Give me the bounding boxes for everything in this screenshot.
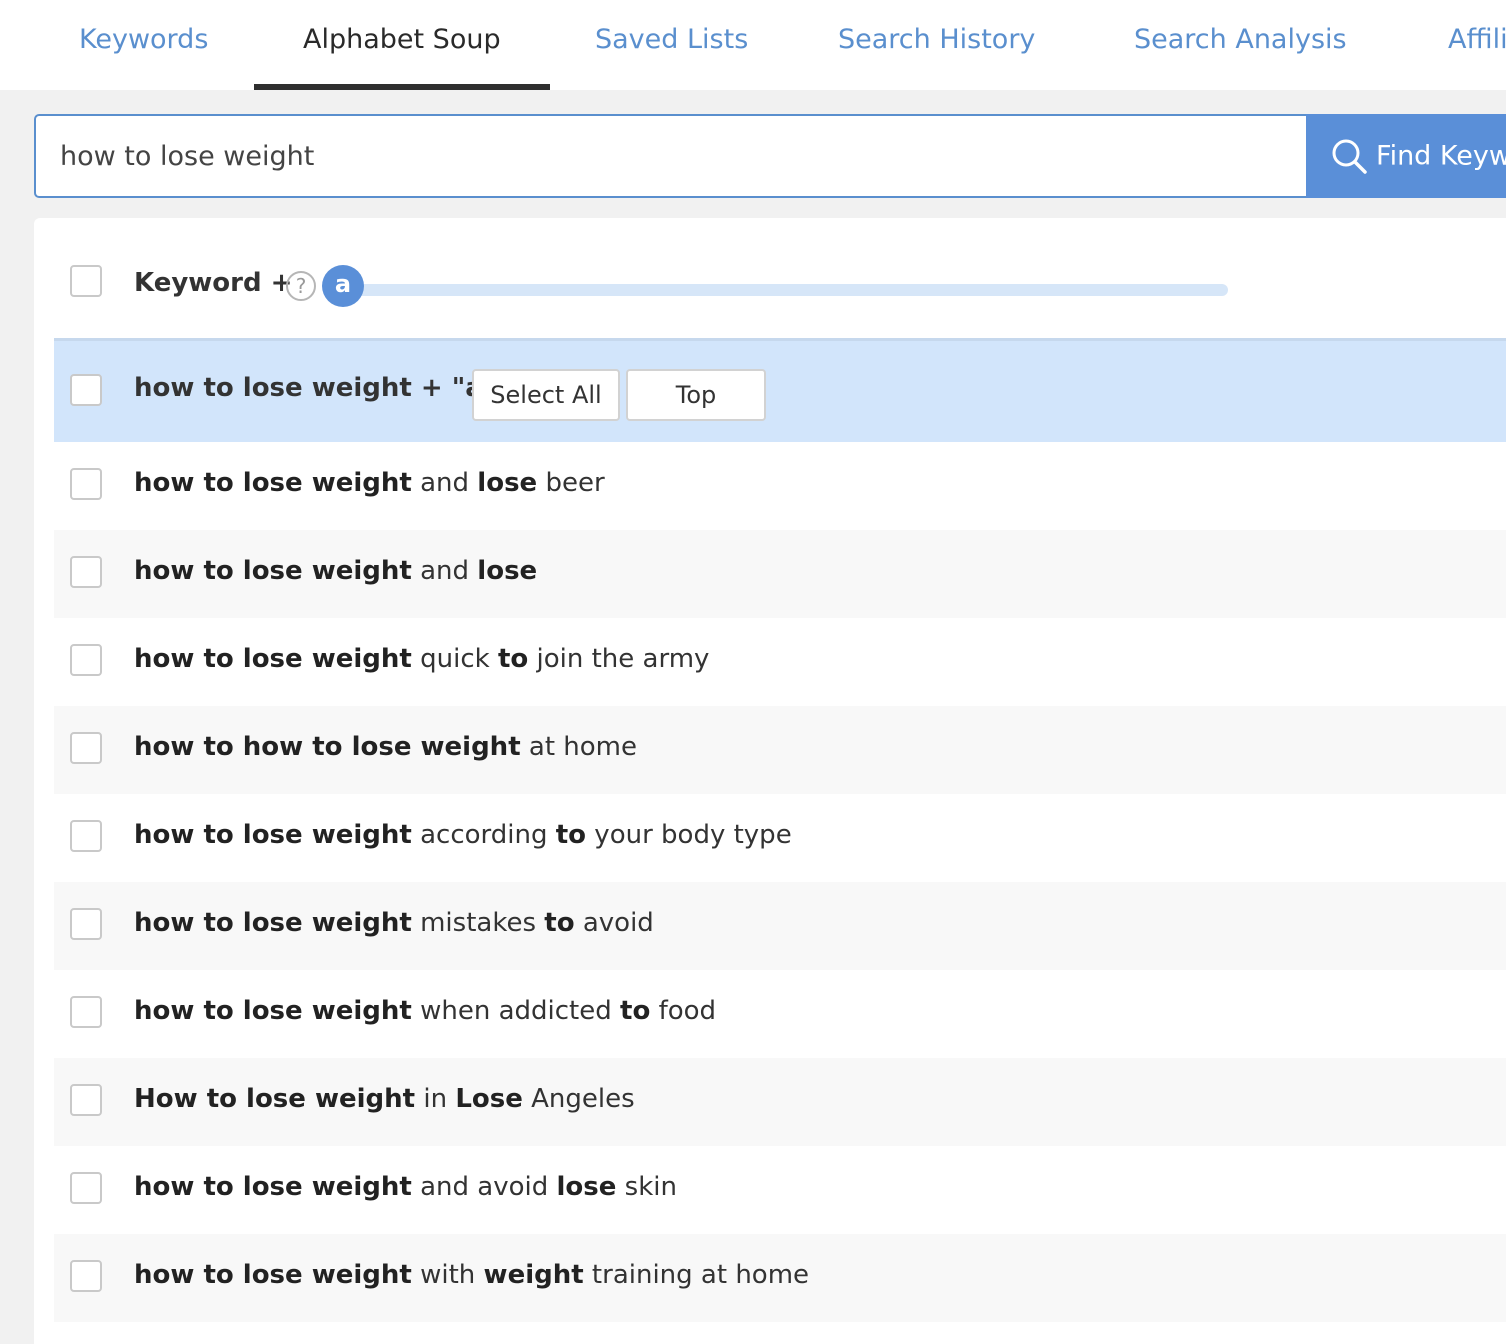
keyword-row[interactable]: how to lose weight and avoid lose skin bbox=[54, 1146, 1506, 1234]
keyword-segment: and avoid bbox=[411, 1172, 557, 1202]
keyword-segment: avoid bbox=[574, 908, 654, 938]
keyword-row-checkbox[interactable] bbox=[70, 468, 102, 500]
keyword-match-segment: how to lose weight bbox=[134, 908, 412, 938]
keyword-segment: with bbox=[411, 1260, 484, 1290]
keyword-row-checkbox[interactable] bbox=[70, 996, 102, 1028]
search-bar: Find Keyw bbox=[34, 114, 1506, 198]
keyword-segment: in bbox=[415, 1084, 456, 1114]
keyword-row[interactable]: how to lose weight mistakes to avoid bbox=[54, 882, 1506, 970]
keyword-text: how to lose weight when addicted to food bbox=[134, 996, 716, 1026]
group-checkbox[interactable] bbox=[70, 374, 102, 406]
tab-saved-lists[interactable]: Saved Lists bbox=[595, 0, 748, 90]
letter-group-row: how to lose weight + "a" Select All Top bbox=[54, 338, 1506, 442]
keyword-row[interactable]: how to lose weight and lose bbox=[54, 530, 1506, 618]
keyword-segment: food bbox=[650, 996, 717, 1026]
keyword-row[interactable]: How to lose weight in Lose Angeles bbox=[54, 1058, 1506, 1146]
letter-slider-knob[interactable]: a bbox=[322, 265, 364, 307]
keyword-match-segment: to bbox=[497, 644, 529, 674]
keyword-segment: and bbox=[411, 556, 478, 586]
results-header: Keyword + ? a bbox=[54, 248, 1506, 328]
keyword-segment: and bbox=[411, 468, 478, 498]
keyword-row-checkbox[interactable] bbox=[70, 820, 102, 852]
keyword-match-segment: to bbox=[555, 820, 587, 850]
keyword-match-segment: how to lose weight bbox=[134, 1172, 412, 1202]
active-tab-indicator bbox=[254, 84, 550, 90]
keyword-segment: skin bbox=[616, 1172, 677, 1202]
keyword-segment: your body type bbox=[586, 820, 792, 850]
keyword-row[interactable]: how to lose weight quick to join the arm… bbox=[54, 618, 1506, 706]
keyword-segment: join the army bbox=[528, 644, 710, 674]
keyword-match-segment: how to lose weight bbox=[134, 1260, 412, 1290]
select-all-checkbox[interactable] bbox=[70, 265, 102, 297]
keyword-match-segment: Lose bbox=[455, 1084, 523, 1114]
keyword-row-checkbox[interactable] bbox=[70, 732, 102, 764]
keyword-segment: quick bbox=[411, 644, 498, 674]
results-panel: Keyword + ? a how to lose weight + "a" S… bbox=[34, 218, 1506, 1344]
keyword-match-segment: weight bbox=[483, 1260, 584, 1290]
keyword-row[interactable]: how to lose weight and lose beer bbox=[54, 442, 1506, 530]
keyword-segment: according bbox=[411, 820, 556, 850]
keyword-text: how to lose weight quick to join the arm… bbox=[134, 644, 709, 674]
tab-alphabet-soup[interactable]: Alphabet Soup bbox=[303, 0, 501, 90]
keyword-text: how to lose weight and lose bbox=[134, 556, 537, 586]
keyword-segment: at home bbox=[520, 732, 637, 762]
tab-search-analysis[interactable]: Search Analysis bbox=[1134, 0, 1347, 90]
keyword-segment: training at home bbox=[583, 1260, 810, 1290]
keyword-row[interactable]: how to lose weight when addicted to food bbox=[54, 970, 1506, 1058]
letter-slider-track[interactable] bbox=[344, 284, 1228, 296]
group-label: how to lose weight + "a" bbox=[134, 373, 497, 403]
keyword-text: how to lose weight according to your bod… bbox=[134, 820, 792, 850]
keyword-results-list: how to lose weight and lose beer how to l… bbox=[54, 442, 1506, 1322]
keyword-match-segment: how to how to lose weight bbox=[134, 732, 521, 762]
find-keywords-label: Find Keyw bbox=[1376, 140, 1506, 172]
keyword-match-segment: lose bbox=[477, 556, 538, 586]
keyword-row-checkbox[interactable] bbox=[70, 644, 102, 676]
keyword-segment: when addicted bbox=[411, 996, 621, 1026]
keyword-match-segment: lose bbox=[556, 1172, 617, 1202]
keyword-text: how to how to lose weight at home bbox=[134, 732, 637, 762]
keyword-text: How to lose weight in Lose Angeles bbox=[134, 1084, 635, 1114]
keyword-match-segment: how to lose weight bbox=[134, 644, 412, 674]
tab-search-history[interactable]: Search History bbox=[838, 0, 1035, 90]
keyword-row[interactable]: how to lose weight according to your bod… bbox=[54, 794, 1506, 882]
keyword-segment: mistakes bbox=[411, 908, 545, 938]
keyword-match-segment: lose bbox=[477, 468, 538, 498]
keyword-row[interactable]: how to how to lose weight at home bbox=[54, 706, 1506, 794]
top-button[interactable]: Top bbox=[626, 369, 766, 421]
keyword-row-checkbox[interactable] bbox=[70, 556, 102, 588]
keyword-row-checkbox[interactable] bbox=[70, 1172, 102, 1204]
keyword-segment: Angeles bbox=[522, 1084, 635, 1114]
tab-keywords[interactable]: Keywords bbox=[79, 0, 208, 90]
search-icon bbox=[1332, 139, 1367, 174]
keyword-search-input[interactable] bbox=[34, 114, 1308, 198]
keyword-text: how to lose weight and lose beer bbox=[134, 468, 605, 498]
find-keywords-button[interactable]: Find Keyw bbox=[1306, 114, 1506, 198]
keyword-match-segment: how to lose weight bbox=[134, 820, 412, 850]
keyword-match-segment: how to lose weight bbox=[134, 996, 412, 1026]
tab-affiliate[interactable]: Affili bbox=[1448, 0, 1506, 90]
select-all-button[interactable]: Select All bbox=[472, 369, 620, 421]
keyword-row-checkbox[interactable] bbox=[70, 908, 102, 940]
keyword-text: how to lose weight and avoid lose skin bbox=[134, 1172, 677, 1202]
keyword-match-segment: How to lose weight bbox=[134, 1084, 416, 1114]
keyword-row[interactable]: how to lose weight with weight training … bbox=[54, 1234, 1506, 1322]
keyword-plus-label: Keyword + bbox=[134, 268, 293, 298]
keyword-segment: beer bbox=[537, 468, 605, 498]
help-icon[interactable]: ? bbox=[286, 271, 316, 301]
keyword-match-segment: how to lose weight bbox=[134, 468, 412, 498]
keyword-text: how to lose weight mistakes to avoid bbox=[134, 908, 654, 938]
tab-bar: Keywords Alphabet Soup Saved Lists Searc… bbox=[0, 0, 1506, 90]
keyword-match-segment: to bbox=[544, 908, 575, 938]
keyword-row-checkbox[interactable] bbox=[70, 1084, 102, 1116]
keyword-text: how to lose weight with weight training … bbox=[134, 1260, 809, 1290]
keyword-match-segment: how to lose weight bbox=[134, 556, 412, 586]
keyword-row-checkbox[interactable] bbox=[70, 1260, 102, 1292]
keyword-match-segment: to bbox=[620, 996, 651, 1026]
